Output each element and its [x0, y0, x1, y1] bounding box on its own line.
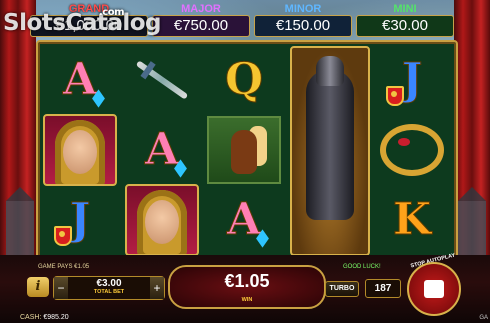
shield-icon	[54, 226, 72, 246]
jackpot-minor-value: €150.00	[254, 15, 352, 37]
win-caption: WIN	[241, 297, 253, 303]
symbol-q: Q	[206, 46, 282, 114]
sword-icon	[135, 60, 189, 100]
bet-amount: €3.00	[96, 278, 122, 289]
reel-2: A	[122, 44, 202, 256]
jackpot-major-label: MAJOR	[181, 3, 221, 15]
game-pays-text: GAME PAYS €1.05	[38, 264, 90, 270]
symbol-letter-j: J	[69, 194, 91, 245]
bet-caption: TOTAL BET	[93, 289, 125, 295]
reel-grid: A J A Q A J K	[36, 40, 458, 259]
symbol-a: A	[124, 116, 200, 184]
symbol-j: J	[374, 46, 450, 114]
good-luck-text: GOOD LUCK!	[343, 264, 381, 270]
jackpot-major-value: €750.00	[152, 15, 250, 37]
turbo-button[interactable]: TURBO	[325, 281, 359, 297]
symbol-letter-a: A	[144, 124, 180, 175]
lady-portrait-icon	[125, 184, 199, 256]
jackpot-minor: MINOR €150.00	[254, 0, 352, 38]
watermark-text: SlotsCatalog	[3, 10, 162, 36]
corner-text: GA	[479, 315, 488, 321]
cash-value: €985.20	[43, 314, 69, 321]
symbol-letter-k: K	[392, 194, 432, 245]
symbol-crown	[374, 116, 450, 184]
shield-icon	[386, 86, 404, 106]
stop-icon	[424, 280, 444, 298]
symbol-lady-portrait	[124, 184, 200, 256]
win-amount: €1.05	[224, 271, 270, 291]
reel-3: Q A	[204, 44, 284, 255]
win-display: €1.05 WIN	[168, 265, 326, 309]
knight-wild-icon	[290, 46, 370, 256]
bet-increase-button[interactable]: +	[150, 277, 164, 299]
symbol-a: A	[206, 186, 282, 254]
symbol-j: J	[42, 186, 118, 254]
symbol-sword	[124, 46, 200, 114]
symbol-k: K	[374, 186, 450, 254]
cash-label: CASH:	[20, 314, 42, 321]
reel-4	[288, 44, 370, 256]
symbol-letter-q: Q	[224, 54, 264, 105]
jackpot-mini: MINI €30.00	[356, 0, 454, 38]
lady-portrait-icon	[43, 114, 117, 186]
watermark-dotcom: .com	[99, 7, 125, 18]
info-button[interactable]: i	[27, 277, 49, 297]
symbol-a: A	[42, 46, 118, 114]
autoplay-counter: 187	[365, 279, 401, 298]
reel-1: A J	[40, 44, 120, 255]
jackpot-mini-label: MINI	[393, 3, 417, 15]
symbol-letter-j: J	[401, 54, 423, 105]
cash-display: CASH: €985.20	[20, 314, 69, 321]
crown-icon	[380, 124, 444, 176]
jackpot-major: MAJOR €750.00	[152, 0, 250, 38]
jackpot-minor-label: MINOR	[284, 3, 322, 15]
symbol-horse	[206, 116, 282, 184]
symbol-letter-a: A	[226, 194, 262, 245]
stop-autoplay-button[interactable]	[407, 262, 461, 316]
reel-5: J K	[372, 44, 452, 255]
bet-decrease-button[interactable]: −	[54, 277, 68, 299]
jackpot-mini-value: €30.00	[356, 15, 454, 37]
symbol-lady-portrait	[42, 114, 118, 186]
horse-icon	[207, 116, 281, 184]
watermark-logo: SlotsCatalog .com	[3, 7, 162, 36]
bet-selector: − €3.00 TOTAL BET +	[53, 276, 165, 300]
symbol-letter-a: A	[62, 54, 98, 105]
